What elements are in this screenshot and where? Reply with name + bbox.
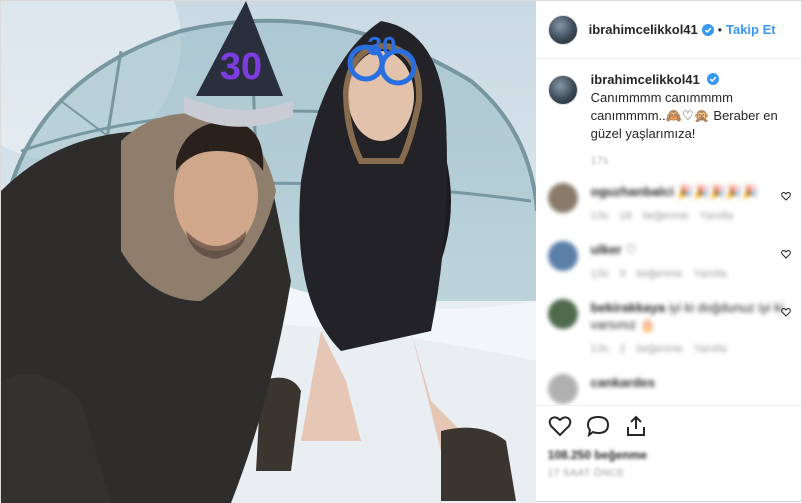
header-separator: • [717,22,722,37]
comment-item: cankardes [547,374,789,404]
post-photo[interactable]: 30 30 [1,1,536,503]
comments-section[interactable]: ibrahimcelikkol41 Canımmmm canımmmm canı… [536,59,801,405]
posted-time: 17 SAAT ÖNCE [547,468,625,479]
photo-illustration: 30 30 [1,1,536,503]
comment-item: ulker ♡ 13s 9 beğenme Yanıtla [547,241,791,283]
heart-icon[interactable] [548,415,572,442]
instagram-post: 30 30 ibrahimcelikkol41 • Takip Et ibrah… [0,0,802,503]
comment-meta: 13s 2 beğenme Yanıtla [590,343,727,355]
heart-outline-icon[interactable] [781,307,791,317]
glasses-number: 30 [368,31,397,61]
comment-avatar[interactable] [547,374,578,404]
verified-badge-icon [701,23,714,36]
header-avatar[interactable] [547,14,578,45]
comment-text: 🎉🎉🎉🎉🎉 [677,184,759,199]
comment-avatar[interactable] [547,299,578,329]
post-actions: 108.250 beğenme 17 SAAT ÖNCE [535,405,801,503]
post-side-panel: ibrahimcelikkol41 • Takip Et ibrahimceli… [535,1,801,503]
comment-avatar[interactable] [547,183,578,213]
comment-username[interactable]: bekirakkaya [591,300,665,315]
caption-time: 17s [590,155,609,167]
caption-text: Canımmmm canımmmm canımmmm..🙈♡🙊 Beraber … [590,90,778,141]
comment-username[interactable]: cankardes [591,375,655,390]
caption-username[interactable]: ibrahimcelikkol41 [591,72,700,87]
comment-item: bekirakkaya iyi ki doğdunuz iyi ki varsı… [547,299,791,358]
caption: ibrahimcelikkol41 Canımmmm canımmmm canı… [547,71,789,143]
comment-meta: 13s 18 beğenme Yanıtla [590,210,733,222]
comment-icon[interactable] [586,415,610,442]
comment-meta: 13s 9 beğenme Yanıtla [590,268,727,280]
heart-outline-icon[interactable] [781,191,791,201]
follow-button[interactable]: Takip Et [726,22,776,37]
comment-avatar[interactable] [547,241,578,271]
share-icon[interactable] [624,415,648,442]
caption-text-block: ibrahimcelikkol41 Canımmmm canımmmm canı… [591,71,789,143]
post-header: ibrahimcelikkol41 • Takip Et [535,1,801,59]
comment-item: oguzhanbalci 🎉🎉🎉🎉🎉 13s 18 beğenme Yanıtl… [547,183,791,225]
likes-count[interactable]: 108.250 beğenme [548,448,789,462]
caption-avatar[interactable] [547,75,578,105]
header-username[interactable]: ibrahimcelikkol41 [589,22,698,37]
heart-outline-icon[interactable] [781,249,791,259]
comment-username[interactable]: ulker [591,242,622,257]
man-figure [1,112,291,503]
comment-username[interactable]: oguzhanbalci [591,184,674,199]
verified-badge-icon [707,73,720,85]
hat-number: 30 [220,46,262,88]
comment-text: ♡ [625,242,638,257]
